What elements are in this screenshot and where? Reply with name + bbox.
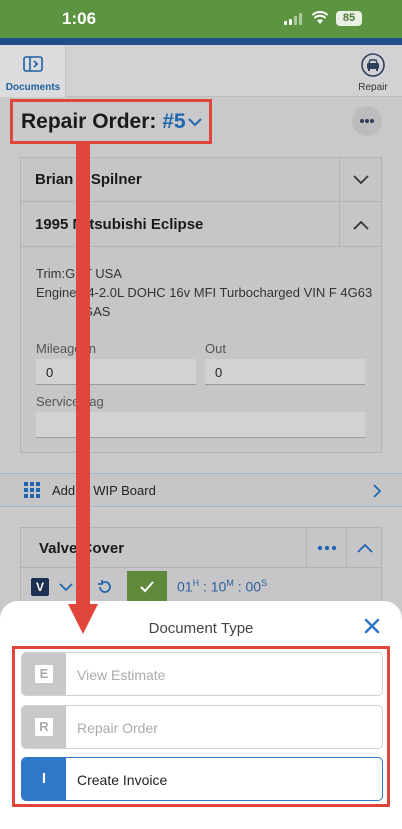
grid-icon: [24, 482, 40, 498]
complete-button[interactable]: [127, 571, 167, 605]
chevron-down-icon[interactable]: [59, 581, 73, 593]
wifi-icon: [312, 11, 328, 24]
repair-button[interactable]: Repair: [350, 45, 396, 97]
repair-order-header[interactable]: Repair Order: #5: [10, 99, 212, 144]
option-letter-box: E: [22, 653, 66, 695]
chevron-right-icon: [373, 484, 382, 498]
service-tag-label: Service Tag: [36, 394, 104, 409]
page-title: Repair Order: #5: [21, 110, 186, 134]
vehicle-name: 1995 Mitsubishi Eclipse: [35, 216, 204, 233]
option-view-estimate[interactable]: E View Estimate: [21, 652, 383, 696]
documents-label: Documents: [5, 82, 61, 93]
option-letter-box: R: [22, 706, 66, 748]
mileage-in-field[interactable]: 0: [36, 359, 196, 385]
chevron-down-icon: [353, 175, 369, 185]
car-in-circle-icon: [361, 53, 385, 77]
more-options-button[interactable]: [352, 106, 382, 136]
more-dot: [370, 119, 374, 123]
vehicle-row[interactable]: 1995 Mitsubishi Eclipse: [21, 203, 381, 247]
option-repair-order[interactable]: R Repair Order: [21, 705, 383, 749]
engine-value: L4-2.0L DOHC 16v MFI Turbocharged VIN F …: [80, 285, 373, 300]
option-letter-icon: I: [35, 770, 53, 788]
document-options-highlight: E View Estimate R Repair Order I Create …: [12, 646, 390, 807]
document-type-sheet: Document Type E View Estimate R Repair O…: [0, 601, 402, 829]
more-horizontal-icon: [360, 119, 364, 123]
option-letter-box: I: [22, 758, 66, 800]
annotation-arrow: [76, 144, 90, 608]
option-letter-icon: R: [35, 718, 53, 736]
add-to-wip-button[interactable]: Add to WIP Board: [0, 473, 402, 507]
mileage-out-label: Out: [205, 341, 226, 356]
trim-label: Trim:: [36, 266, 66, 281]
timer-minutes: 10: [210, 578, 227, 595]
status-bar: 1:06 85: [0, 0, 402, 38]
mileage-out-field[interactable]: 0: [205, 359, 365, 385]
wip-label: Add to WIP Board: [52, 483, 156, 498]
job-collapse-button[interactable]: [346, 528, 381, 568]
status-time: 1:06: [62, 9, 97, 28]
job-timer: 01H : 10M : 00S: [177, 578, 268, 595]
repair-label: Repair: [358, 82, 388, 93]
sheet-title: Document Type: [148, 620, 254, 637]
chevron-up-icon: [353, 220, 369, 230]
option-label: Create Invoice: [77, 772, 168, 788]
toolbar: Documents Repair: [0, 45, 402, 97]
more-dot: [365, 119, 369, 123]
refresh-icon[interactable]: [97, 579, 113, 595]
sidebar-panel-icon: [23, 56, 43, 72]
option-label: View Estimate: [77, 667, 166, 683]
battery-icon: 85: [336, 11, 362, 26]
option-letter-icon: E: [35, 665, 53, 683]
job-header[interactable]: Valve Cover: [21, 528, 381, 568]
check-icon: [140, 581, 154, 593]
chevron-up-icon: [357, 543, 373, 553]
signal-icon: [284, 13, 304, 25]
close-icon[interactable]: [362, 616, 382, 636]
trim-value: GST USA: [65, 266, 122, 281]
option-create-invoice[interactable]: I Create Invoice: [21, 757, 383, 801]
vehicle-collapse-button[interactable]: [339, 203, 381, 247]
documents-button[interactable]: Documents: [0, 45, 66, 97]
timer-seconds: 00: [245, 578, 262, 595]
customer-expand-button[interactable]: [339, 158, 381, 202]
job-card: Valve Cover V 01H : 10M : 00S: [20, 527, 382, 607]
customer-row[interactable]: Brian F Spilner: [21, 158, 381, 202]
engine-label: Engine:: [36, 285, 81, 300]
more-horizontal-icon: [317, 545, 337, 551]
option-label: Repair Order: [77, 720, 158, 736]
timer-hours: 01: [177, 578, 193, 595]
brand-bar: [0, 38, 402, 45]
order-number: #5: [162, 110, 186, 133]
annotation-arrow-head: [68, 604, 98, 634]
job-more-button[interactable]: [306, 528, 346, 568]
page-title-prefix: Repair Order:: [21, 110, 157, 133]
customer-vehicle-card: Brian F Spilner 1995 Mitsubishi Eclipse …: [20, 157, 382, 453]
job-type-badge: V: [31, 578, 49, 596]
chevron-down-icon: [188, 118, 202, 127]
